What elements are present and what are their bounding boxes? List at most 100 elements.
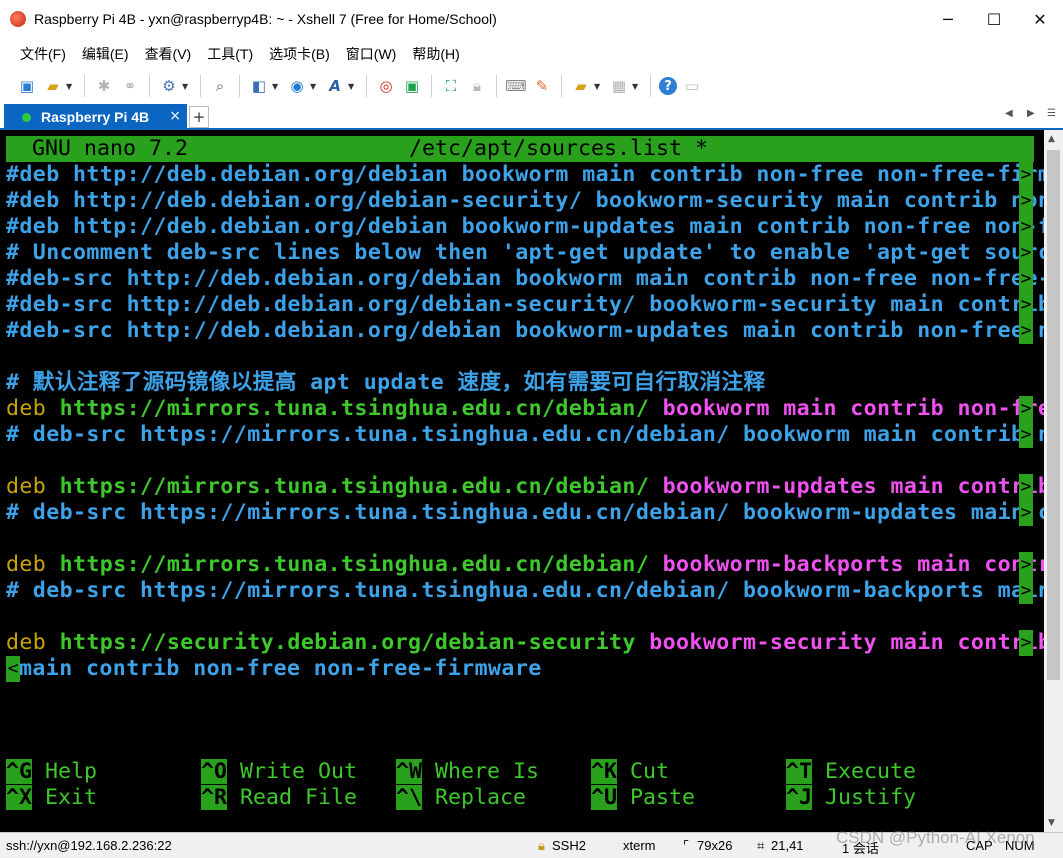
toolbar-divider xyxy=(84,75,85,97)
chat-icon[interactable]: ▭ xyxy=(681,75,703,97)
menu-tabs[interactable]: 选项卡(B) xyxy=(261,44,338,64)
menu-view[interactable]: 查看(V) xyxy=(137,44,200,64)
layout-icon[interactable]: ◧ xyxy=(248,75,270,97)
chevron-down-icon[interactable]: ▼ xyxy=(272,82,280,91)
tab-scroll-left-icon[interactable]: ◀ xyxy=(1005,108,1013,119)
nano-shortcut: ^K Cut xyxy=(591,759,669,785)
toolbar-divider xyxy=(650,75,651,97)
font-icon[interactable]: A xyxy=(324,75,346,97)
open-folder-icon[interactable]: ▰ xyxy=(42,75,64,97)
buffer-text: deb xyxy=(6,552,60,577)
xshell-app-icon xyxy=(10,11,26,27)
line-overflow-marker: > xyxy=(1019,500,1033,526)
properties-icon[interactable]: ⚙ xyxy=(158,75,180,97)
scroll-down-icon[interactable]: ▼ xyxy=(1048,818,1055,828)
new-folder-icon[interactable]: ▰ xyxy=(570,75,592,97)
keyboard-icon[interactable]: ⌨ xyxy=(505,75,527,97)
menu-window[interactable]: 窗口(W) xyxy=(338,44,405,64)
line-overflow-marker: > xyxy=(1019,188,1033,214)
line-overflow-marker: > xyxy=(1019,552,1033,578)
nano-header: GNU nano 7.2/etc/apt/sources.list * xyxy=(6,136,1034,162)
connected-status-icon xyxy=(22,112,31,122)
line-overflow-marker: > xyxy=(1019,578,1033,604)
tab-close-icon[interactable]: × xyxy=(169,108,181,124)
chevron-down-icon[interactable]: ▼ xyxy=(182,82,190,91)
status-protocol: SSH2 xyxy=(552,838,586,853)
toolbar: ▣ ▰ ▼ ✱ ⚭ ⚙ ▼ ⌕ ◧ ▼ ◉ ▼ A ▼ ◎ ▣ ⛶ 🔒︎ ⌨ ✎ ▰ ▼ ▦… xyxy=(0,70,1063,102)
chevron-down-icon[interactable]: ▼ xyxy=(594,82,602,91)
tab-scroll-right-icon[interactable]: ▶ xyxy=(1027,108,1035,119)
buffer-line: #deb http://deb.debian.org/debian bookwo… xyxy=(6,162,1044,188)
watermark: CSDN @Python-AI Xenon xyxy=(836,828,1035,847)
maximize-button[interactable]: ☐ xyxy=(971,0,1017,38)
xshell-logo-icon[interactable]: ◎ xyxy=(375,75,397,97)
chevron-down-icon[interactable]: ▼ xyxy=(66,82,74,91)
close-button[interactable]: ✕ xyxy=(1017,0,1063,38)
shortcut-label: Execute xyxy=(812,759,917,784)
menu-help[interactable]: 帮助(H) xyxy=(404,44,467,64)
chevron-down-icon[interactable]: ▼ xyxy=(348,82,356,91)
chevron-down-icon[interactable]: ▼ xyxy=(310,82,318,91)
buffer-text: deb xyxy=(6,630,60,655)
nano-shortcut: ^W Where Is xyxy=(396,759,539,785)
shortcut-key: ^U xyxy=(591,785,618,810)
buffer-text: #deb-src http://deb.debian.org/debian bo… xyxy=(6,266,1044,291)
shortcut-label: Cut xyxy=(617,759,670,784)
menu-tools[interactable]: 工具(T) xyxy=(199,44,261,64)
nano-shortcut: ^G Help xyxy=(6,759,97,785)
buffer-line: deb https://mirrors.tuna.tsinghua.edu.cn… xyxy=(6,396,1044,422)
tile-icon[interactable]: ▦ xyxy=(608,75,630,97)
fullscreen-icon[interactable]: ⛶ xyxy=(440,75,462,97)
nano-shortcut: ^O Write Out xyxy=(201,759,357,785)
nano-shortcut: ^\ Replace xyxy=(396,785,526,811)
nano-shortcut: ^J Justify xyxy=(786,785,916,811)
buffer-text: # 默认注释了源码镜像以提高 apt update 速度，如有需要可自行取消注释 xyxy=(6,370,766,395)
buffer-text: https://mirrors.tuna.tsinghua.edu.cn/deb… xyxy=(59,474,663,499)
menu-file[interactable]: 文件(F) xyxy=(12,44,74,64)
line-overflow-marker: > xyxy=(1019,630,1033,656)
buffer-text: bookworm-updates main contrib xyxy=(662,474,1044,499)
shortcut-label: Write Out xyxy=(227,759,358,784)
disconnect-icon[interactable]: ⚭ xyxy=(119,75,141,97)
buffer-line: deb https://mirrors.tuna.tsinghua.edu.cn… xyxy=(6,474,1044,500)
terminal[interactable]: GNU nano 7.2/etc/apt/sources.list * #deb… xyxy=(0,130,1044,832)
buffer-line: #deb-src http://deb.debian.org/debian bo… xyxy=(6,318,1044,344)
buffer-text: # deb-src https://mirrors.tuna.tsinghua.… xyxy=(6,500,1044,525)
title-bar: Raspberry Pi 4B - yxn@raspberryp4B: ~ - … xyxy=(0,0,1063,38)
connect-icon[interactable]: ✱ xyxy=(93,75,115,97)
buffer-line: # 默认注释了源码镜像以提高 apt update 速度，如有需要可自行取消注释 xyxy=(6,370,765,396)
toolbar-divider xyxy=(200,75,201,97)
help-icon[interactable]: ? xyxy=(659,77,677,95)
shortcut-label: Justify xyxy=(812,785,917,810)
shortcut-label: Replace xyxy=(422,785,527,810)
new-tab-button[interactable]: + xyxy=(189,106,209,128)
scrollbar-thumb[interactable] xyxy=(1047,150,1060,680)
tab-menu-icon[interactable]: ☰ xyxy=(1047,108,1056,119)
find-icon[interactable]: ⌕ xyxy=(209,75,231,97)
minimize-button[interactable]: ─ xyxy=(925,0,971,38)
tab-raspberry-pi[interactable]: Raspberry Pi 4B × xyxy=(4,104,187,130)
toolbar-divider xyxy=(149,75,150,97)
scroll-up-icon[interactable]: ▲ xyxy=(1048,134,1055,144)
status-host: ssh://yxn@192.168.2.236:22 xyxy=(6,838,172,853)
buffer-line: #deb-src http://deb.debian.org/debian bo… xyxy=(6,266,1044,292)
buffer-text: #deb-src http://deb.debian.org/debian bo… xyxy=(6,318,1044,343)
xftp-icon[interactable]: ▣ xyxy=(401,75,423,97)
lock-icon[interactable]: 🔒︎ xyxy=(466,75,488,97)
buffer-text: main contrib non-free non-free-firmware xyxy=(19,656,542,681)
new-session-icon[interactable]: ▣ xyxy=(16,75,38,97)
line-overflow-marker: > xyxy=(1019,214,1033,240)
buffer-line: #deb http://deb.debian.org/debian bookwo… xyxy=(6,214,1044,240)
buffer-line: #deb http://deb.debian.org/debian-securi… xyxy=(6,188,1044,214)
toolbar-divider xyxy=(561,75,562,97)
shortcut-label: Help xyxy=(32,759,98,784)
highlight-icon[interactable]: ✎ xyxy=(531,75,553,97)
nano-shortcut: ^R Read File xyxy=(201,785,357,811)
menu-edit[interactable]: 编辑(E) xyxy=(74,44,137,64)
buffer-line: # deb-src https://mirrors.tuna.tsinghua.… xyxy=(6,578,1044,604)
chevron-down-icon[interactable]: ▼ xyxy=(632,82,640,91)
globe-icon[interactable]: ◉ xyxy=(286,75,308,97)
nano-shortcut: ^X Exit xyxy=(6,785,97,811)
shortcut-key: ^J xyxy=(786,785,813,810)
terminal-scrollbar[interactable]: ▲ ▼ xyxy=(1044,130,1063,832)
